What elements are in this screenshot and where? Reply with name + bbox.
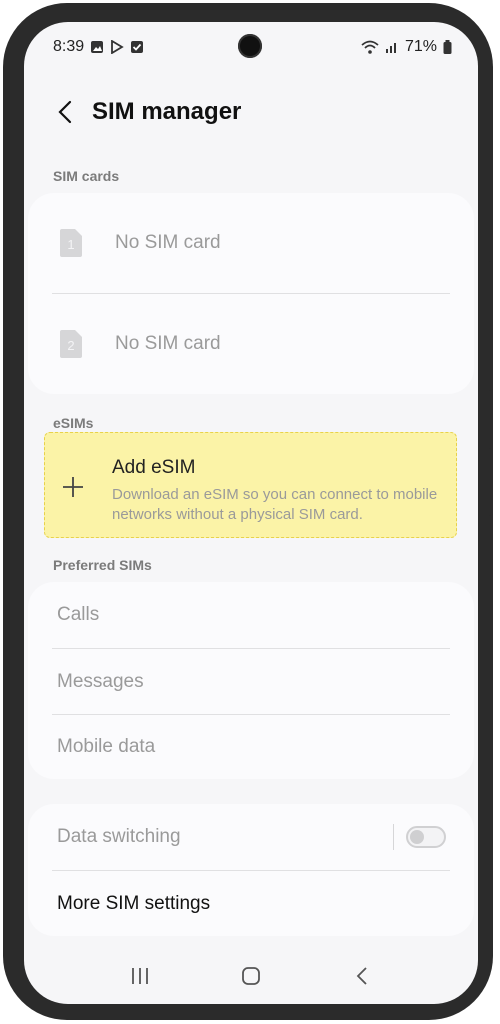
sim-slot-number: 2: [67, 338, 74, 353]
sim-card-1-icon: 1: [60, 229, 82, 257]
toggle-knob: [410, 830, 424, 844]
wifi-icon: [361, 40, 379, 54]
add-esim-button[interactable]: Add eSIM Download an eSIM so you can con…: [44, 432, 457, 538]
home-icon[interactable]: [231, 956, 271, 996]
add-esim-description: Download an eSIM so you can connect to m…: [112, 486, 438, 523]
page-title: SIM manager: [92, 98, 242, 125]
more-sim-settings-label: More SIM settings: [57, 892, 211, 914]
preferred-messages-row[interactable]: Messages: [28, 649, 474, 714]
sim-card-row[interactable]: 1 No SIM card: [28, 193, 474, 293]
data-switching-label: Data switching: [57, 826, 181, 847]
mobile-data-label: Mobile data: [57, 736, 156, 757]
add-esim-title: Add eSIM: [112, 457, 196, 478]
sim-card-status: No SIM card: [115, 333, 221, 354]
toggle-separator: [393, 824, 394, 850]
play-store-icon: [110, 40, 124, 54]
battery-percent: 71%: [404, 38, 437, 55]
other-settings-card: Data switching More SIM settings: [28, 804, 474, 936]
data-switching-toggle[interactable]: [406, 826, 446, 848]
recent-apps-icon[interactable]: [120, 956, 160, 996]
battery-icon: [443, 40, 452, 54]
checkbox-icon: [130, 40, 144, 54]
gallery-icon: [90, 40, 104, 54]
phone-frame: 8:39 71% SIM manager SIM cards 1 No SIM …: [3, 3, 493, 1020]
preferred-mobile-data-row[interactable]: Mobile data: [28, 715, 474, 779]
sim-cards-label: SIM cards: [53, 168, 120, 184]
preferred-calls-row[interactable]: Calls: [28, 582, 474, 648]
signal-icon: [385, 40, 399, 54]
more-sim-settings-row[interactable]: More SIM settings: [28, 871, 474, 936]
esims-label: eSIMs: [53, 415, 94, 431]
sim-slot-number: 1: [67, 237, 74, 252]
sim-card-2-icon: 2: [60, 330, 82, 358]
power-button: [487, 448, 493, 516]
sim-card-status: No SIM card: [115, 232, 221, 253]
back-arrow-icon[interactable]: [46, 92, 86, 132]
sim-card-row[interactable]: 2 No SIM card: [28, 294, 474, 394]
data-switching-row[interactable]: Data switching: [28, 804, 474, 870]
plus-icon: [62, 476, 84, 498]
calls-label: Calls: [57, 604, 100, 625]
preferred-sims-label: Preferred SIMs: [53, 557, 152, 573]
status-time: 8:39: [53, 38, 85, 55]
preferred-sims-card: Calls Messages Mobile data: [28, 582, 474, 779]
messages-label: Messages: [57, 670, 144, 692]
back-icon[interactable]: [342, 956, 382, 996]
screen: 8:39 71% SIM manager SIM cards 1 No SIM …: [24, 22, 478, 1004]
navigation-bar: [24, 948, 478, 1004]
header: SIM manager: [24, 92, 478, 132]
sim-cards-card: 1 No SIM card 2 No SIM card: [28, 193, 474, 394]
front-camera: [238, 34, 262, 58]
volume-button: [487, 261, 493, 391]
